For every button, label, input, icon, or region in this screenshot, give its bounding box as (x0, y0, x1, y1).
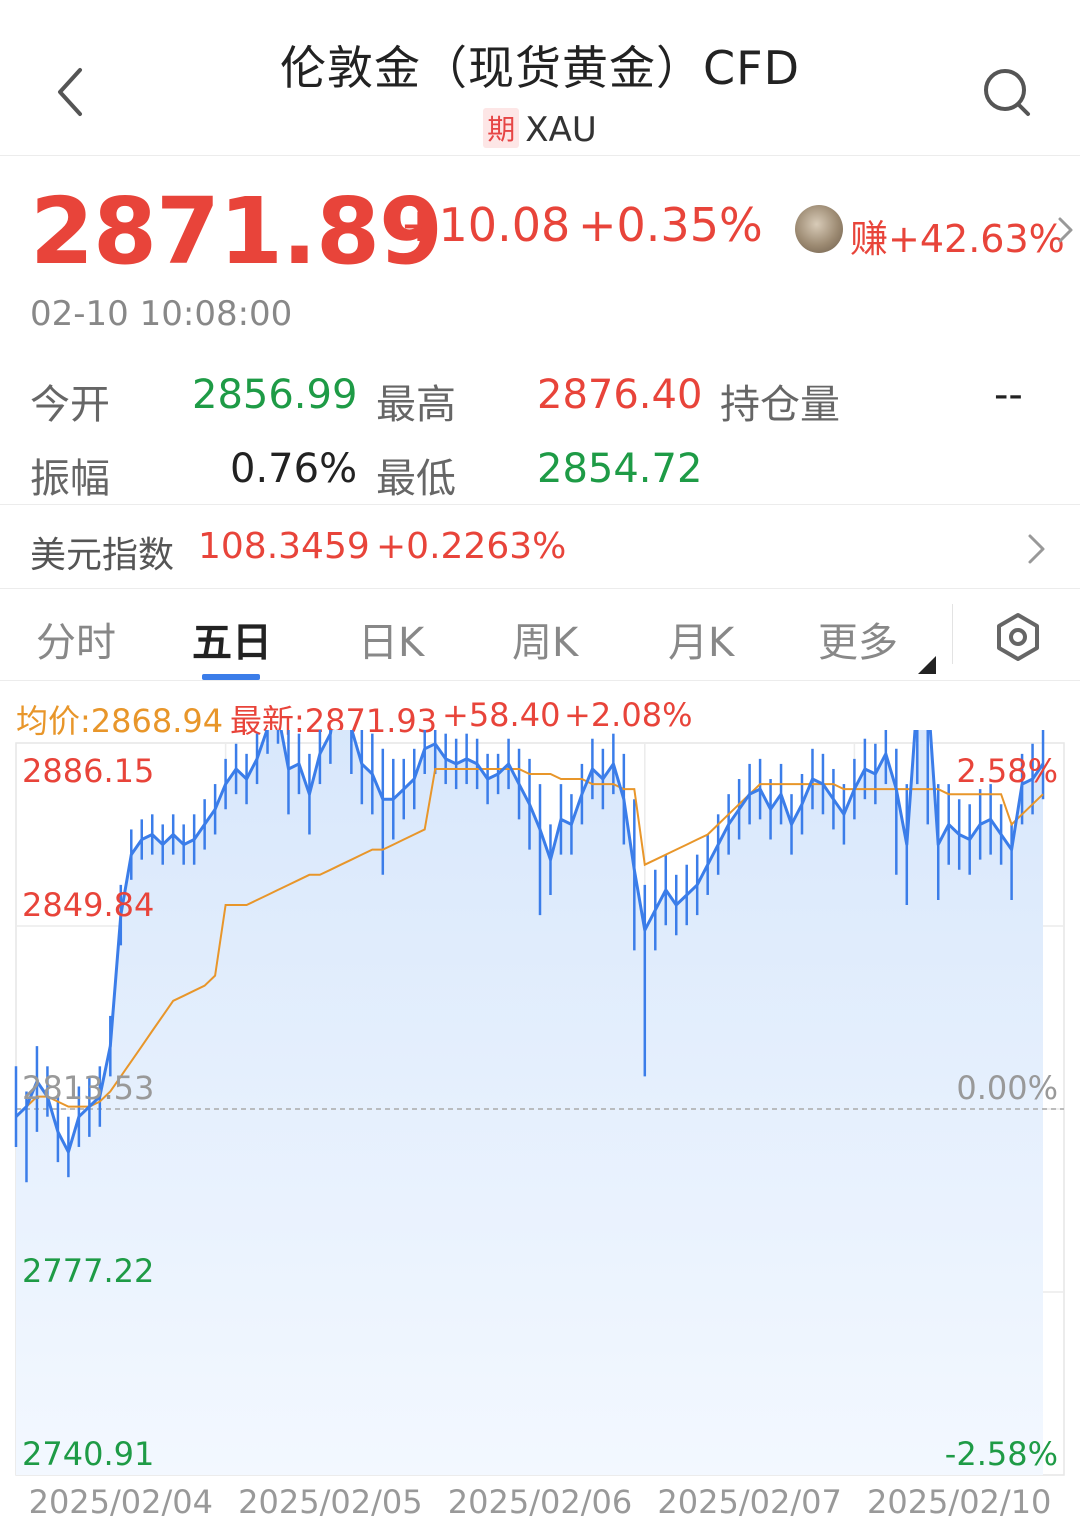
tab-daily-k[interactable]: 日K (358, 610, 424, 668)
percent-axis-label: 0.00% (956, 1069, 1058, 1107)
dropdown-corner-icon (918, 656, 936, 674)
y-axis-label: 2740.91 (22, 1435, 154, 1473)
amplitude-label: 振幅 (30, 456, 110, 502)
open-interest-value: -- (994, 372, 1023, 418)
quote-timestamp: 02-10 10:08:00 (30, 294, 293, 334)
tab-weekly-k[interactable]: 周K (512, 610, 578, 668)
x-axis-date-label: 2025/02/05 (238, 1483, 422, 1521)
price-change: +10.08 (400, 198, 571, 252)
price-change-percent: +0.35% (578, 198, 763, 252)
x-axis-date-label: 2025/02/04 (29, 1483, 213, 1521)
x-axis-date-label: 2025/02/06 (448, 1483, 632, 1521)
x-axis-date-label: 2025/02/10 (867, 1483, 1051, 1521)
chevron-right-icon[interactable] (1025, 532, 1047, 566)
open-label: 今开 (30, 382, 110, 428)
chevron-right-icon[interactable] (1055, 215, 1075, 245)
tab-monthly-k[interactable]: 月K (668, 610, 734, 668)
y-axis-label: 2813.53 (22, 1069, 154, 1107)
latest-percent-legend: +2.08% (564, 696, 693, 734)
settings-hexagon-icon[interactable] (994, 612, 1042, 662)
divider (952, 604, 953, 664)
earn-badge[interactable]: 赚+42.63% (850, 208, 1065, 263)
usd-index-change: +0.2263% (376, 526, 567, 567)
low-value: 2854.72 (537, 446, 703, 492)
high-value: 2876.40 (537, 372, 703, 418)
usd-index-label[interactable]: 美元指数 (30, 526, 174, 578)
instrument-code: 期 XAU (0, 108, 1080, 150)
divider (0, 588, 1080, 589)
search-icon[interactable] (980, 62, 1036, 122)
divider (0, 504, 1080, 505)
last-price: 2871.89 (30, 178, 443, 285)
percent-axis-label: -2.58% (945, 1435, 1058, 1473)
tab-five-day[interactable]: 五日 (192, 610, 272, 668)
tab-more[interactable]: 更多 (818, 610, 898, 668)
avatar[interactable] (795, 205, 843, 253)
latest-change-legend: +58.40 (442, 696, 561, 734)
x-axis-date-label: 2025/02/07 (657, 1483, 841, 1521)
tab-intraday[interactable]: 分时 (36, 610, 116, 668)
y-axis-label: 2886.15 (22, 752, 154, 790)
symbol-code: XAU (525, 110, 597, 150)
open-value: 2856.99 (192, 372, 358, 418)
low-label: 最低 (376, 456, 456, 502)
usd-index-value: 108.3459 (198, 526, 370, 567)
high-label: 最高 (376, 382, 456, 428)
futures-badge: 期 (483, 108, 520, 148)
y-axis-label: 2849.84 (22, 886, 154, 924)
percent-axis-label: 2.58% (956, 752, 1058, 790)
amplitude-value: 0.76% (230, 446, 358, 492)
y-axis-label: 2777.22 (22, 1252, 154, 1290)
page-title: 伦敦金（现货黄金）CFD (280, 41, 800, 95)
five-day-chart[interactable]: 2886.15 2849.84 2813.53 2777.22 2740.91 2.58%… (0, 730, 1080, 1540)
divider (0, 680, 1080, 681)
top-bar: 伦敦金（现货黄金）CFD 期 XAU (0, 0, 1080, 156)
open-interest-label: 持仓量 (720, 382, 840, 428)
